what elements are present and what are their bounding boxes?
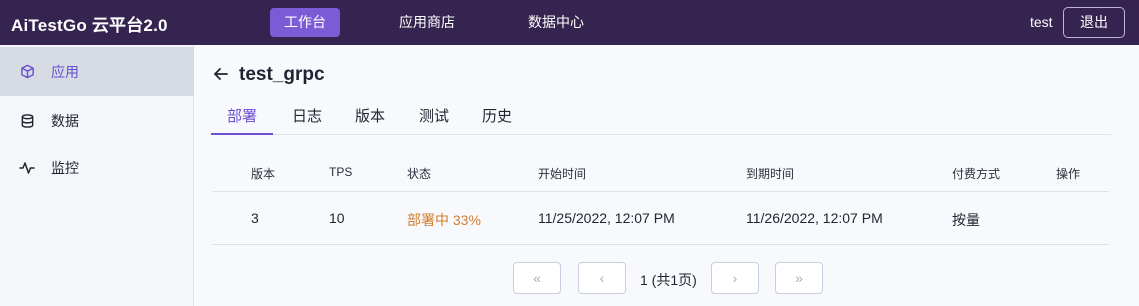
sidebar-item-monitor[interactable]: 监控 [0, 143, 194, 192]
brand-logo: AiTestGo 云平台2.0 [11, 16, 168, 35]
sidebar-item-apps[interactable]: 应用 [0, 47, 194, 96]
main-content: test_grpc 部署 日志 版本 测试 历史 版本 TPS 状态 开始时间 … [195, 45, 1139, 306]
page-title: test_grpc [239, 64, 325, 85]
sidebar: 应用 数据 监控 [0, 45, 194, 306]
logout-button[interactable]: 退出 [1063, 7, 1125, 38]
top-bar: AiTestGo 云平台2.0 工作台 应用商店 数据中心 test 退出 [0, 0, 1139, 45]
cube-icon [19, 64, 35, 80]
database-icon [19, 113, 35, 129]
cell-start-time: 11/25/2022, 12:07 PM [538, 210, 675, 226]
tab-test[interactable]: 测试 [419, 105, 449, 135]
column-header-actions: 操作 [1056, 167, 1081, 181]
table-row: 3 10 部署中 33% 11/25/2022, 12:07 PM 11/26/… [212, 193, 1109, 245]
tab-bar: 部署 日志 版本 测试 历史 [211, 99, 1111, 135]
column-header-start-time: 开始时间 [538, 167, 587, 181]
tab-deploy[interactable]: 部署 [211, 105, 274, 135]
page-info: 1 (共1页) [640, 272, 697, 288]
nav-app-store[interactable]: 应用商店 [385, 8, 469, 37]
tab-logs[interactable]: 日志 [292, 105, 322, 135]
status-badge: 部署中 33% [407, 212, 481, 228]
prev-page-button[interactable]: ‹ [578, 262, 626, 294]
cell-end-time: 11/26/2022, 12:07 PM [746, 210, 883, 226]
sidebar-item-label: 监控 [51, 159, 79, 176]
first-page-button[interactable]: « [513, 262, 561, 294]
table-header: 版本 TPS 状态 开始时间 到期时间 付费方式 操作 [212, 150, 1109, 192]
column-header-status: 状态 [407, 167, 432, 181]
next-page-button[interactable]: › [711, 262, 759, 294]
sidebar-item-data[interactable]: 数据 [0, 96, 194, 145]
tab-versions[interactable]: 版本 [355, 105, 385, 135]
cell-version: 3 [251, 210, 259, 226]
last-page-button[interactable]: » [775, 262, 823, 294]
column-header-end-time: 到期时间 [746, 167, 795, 181]
column-header-version: 版本 [251, 167, 276, 181]
username: test [1030, 14, 1053, 30]
cell-billing: 按量 [952, 212, 980, 228]
column-header-billing: 付费方式 [952, 167, 1001, 181]
pulse-icon [19, 160, 35, 176]
nav-data-center[interactable]: 数据中心 [514, 8, 598, 37]
back-arrow-icon[interactable] [212, 65, 230, 83]
cell-tps: 10 [329, 210, 345, 226]
sidebar-item-label: 应用 [51, 63, 79, 80]
column-header-tps: TPS [329, 165, 353, 179]
tab-history[interactable]: 历史 [482, 105, 512, 135]
nav-workbench[interactable]: 工作台 [270, 8, 340, 37]
sidebar-item-label: 数据 [51, 112, 79, 129]
